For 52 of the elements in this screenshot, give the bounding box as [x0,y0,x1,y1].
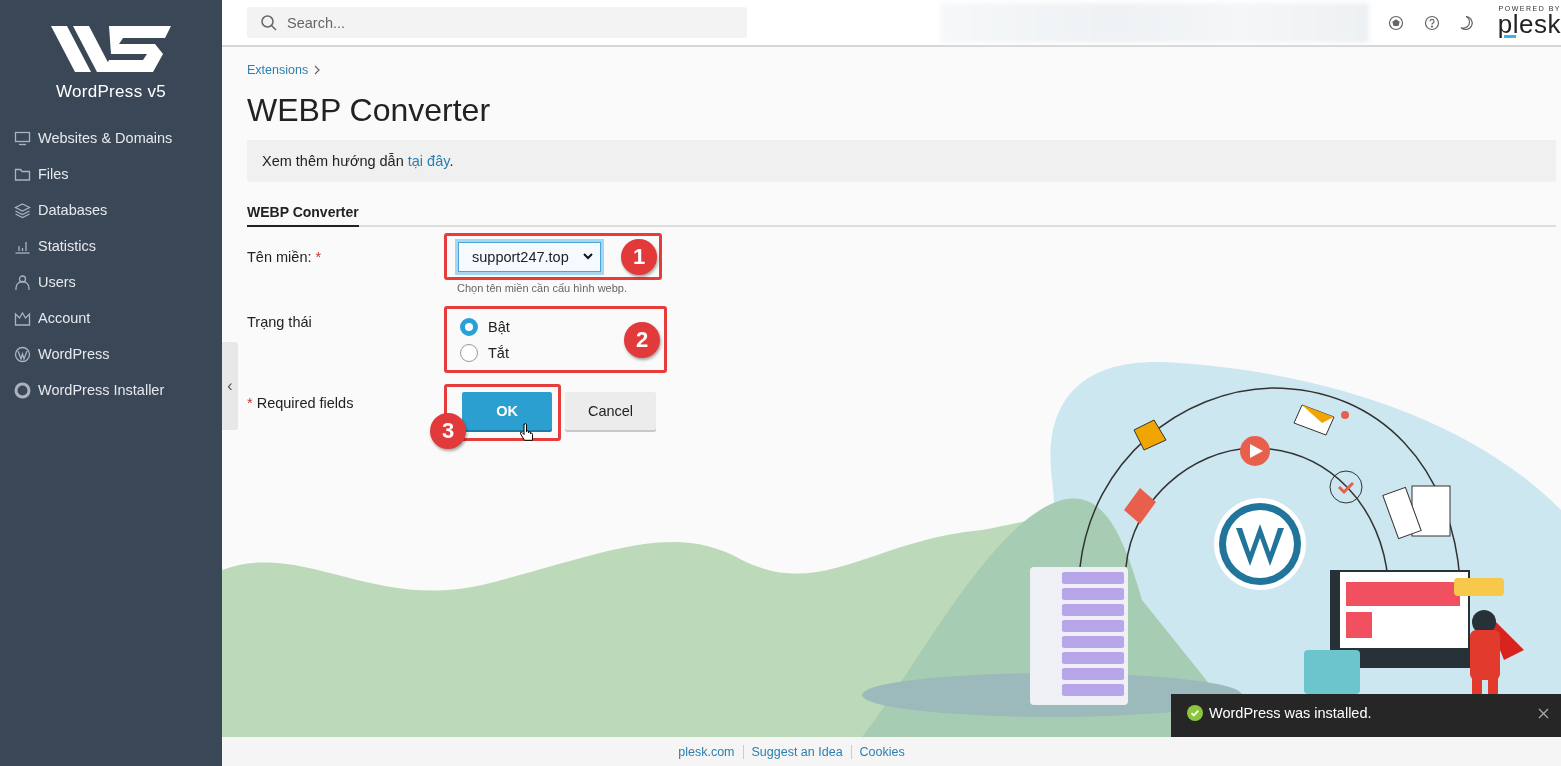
radio-button[interactable] [460,317,478,336]
help-link[interactable]: tại đây [407,153,450,169]
hand-cursor-icon [520,423,534,443]
toast-message: WordPress was installed. [1209,705,1373,721]
logo-icon [51,24,171,74]
sidebar-item[interactable]: WordPress Installer [0,372,222,408]
step-badge: 2 [624,321,660,358]
chevron-icon [314,65,322,75]
wordpress-icon [14,345,31,363]
radio-option[interactable]: Bật [460,317,510,336]
plesk-logo[interactable]: plesk [1497,12,1561,40]
sidebar-item[interactable]: Databases [0,192,222,228]
sidebar-item[interactable]: Websites & Domains [0,120,222,156]
breadcrumb-link[interactable]: Extensions [247,63,309,77]
radio-option[interactable]: Tắt [460,343,510,362]
check-icon [1187,705,1203,721]
sidebar-item[interactable]: Statistics [0,228,222,264]
footer-link[interactable]: Suggest an Idea [742,744,851,759]
step-badge: 1 [621,238,657,275]
layers-icon [14,201,31,219]
required-note: Required fields [256,395,354,411]
user-icon [14,273,31,291]
sidebar-item[interactable]: Account [0,300,222,336]
help-icon[interactable] [1423,14,1440,31]
cancel-button[interactable]: Cancel [565,392,656,430]
field-hint: Chọn tên miền cần cấu hình webp. [457,282,627,294]
field-label: Tên miền: [247,249,312,265]
crown-icon [14,309,31,327]
monitor-icon [14,129,31,147]
sidebar-item[interactable]: Files [0,156,222,192]
collapse-handle[interactable]: ‹ [222,342,238,430]
radio-button[interactable] [460,343,478,362]
tab[interactable]: WEBP Converter [247,204,359,227]
ring-icon [14,381,31,399]
caret-icon [582,253,593,260]
footer-link[interactable]: Cookies [850,744,913,759]
required-mark: * [315,249,322,265]
search-field[interactable]: Search... [247,7,747,38]
footer-link[interactable]: plesk.com [670,744,743,759]
notice-text: Xem thêm hướng dẫn tại đây. [262,153,454,169]
step-badge: 3 [430,413,466,449]
brand-name: WordPress v5 [55,82,166,102]
ball-icon[interactable] [1387,14,1404,31]
close-icon[interactable] [1538,707,1549,719]
required-mark: * [247,395,253,411]
search-icon [260,14,278,32]
field-label: Trạng thái [247,314,312,330]
sidebar-item[interactable]: Users [0,264,222,300]
domain-select[interactable]: support247.top [458,241,601,272]
page-title: WEBP Converter [247,91,492,130]
sidebar-item[interactable]: WordPress [0,336,222,372]
moon-icon[interactable] [1459,14,1474,31]
